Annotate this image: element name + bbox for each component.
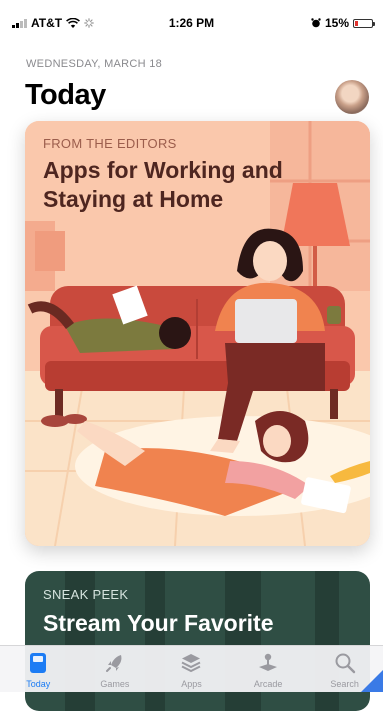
alarm-clock-icon xyxy=(311,18,321,28)
tab-bar: Today Games Apps Arcade Search xyxy=(0,645,383,692)
tab-label: Today xyxy=(26,679,51,689)
search-icon xyxy=(331,650,359,676)
tab-label: Apps xyxy=(181,679,202,689)
battery-percent: 15% xyxy=(324,16,349,30)
corner-marker xyxy=(361,670,383,692)
tab-games[interactable]: Games xyxy=(77,646,154,692)
tab-arcade[interactable]: Arcade xyxy=(230,646,307,692)
today-icon xyxy=(24,650,52,676)
battery-icon xyxy=(353,18,375,28)
editorial-card-working-from-home[interactable]: FROM THE EDITORS Apps for Working and St… xyxy=(25,121,370,546)
card-title: Apps for Working and Staying at Home xyxy=(43,157,283,212)
status-bar: AT&T 1:26 PM 15% xyxy=(0,0,383,44)
tab-apps[interactable]: Apps xyxy=(153,646,230,692)
rocket-icon xyxy=(101,650,129,676)
tab-today[interactable]: Today xyxy=(0,646,77,692)
page-title: Today xyxy=(25,79,106,111)
layers-icon xyxy=(177,650,205,676)
tab-label: Games xyxy=(100,679,130,689)
card-eyebrow: SNEAK PEEK xyxy=(43,587,129,602)
card-title: Stream Your Favorite xyxy=(43,610,274,636)
tab-label: Arcade xyxy=(253,679,283,689)
tab-label: Search xyxy=(330,679,359,689)
joystick-icon xyxy=(254,650,282,676)
card-eyebrow: FROM THE EDITORS xyxy=(43,136,177,151)
status-right: 15% xyxy=(311,16,375,30)
date-label: WEDNESDAY, MARCH 18 xyxy=(26,58,163,70)
account-avatar[interactable] xyxy=(335,80,369,114)
